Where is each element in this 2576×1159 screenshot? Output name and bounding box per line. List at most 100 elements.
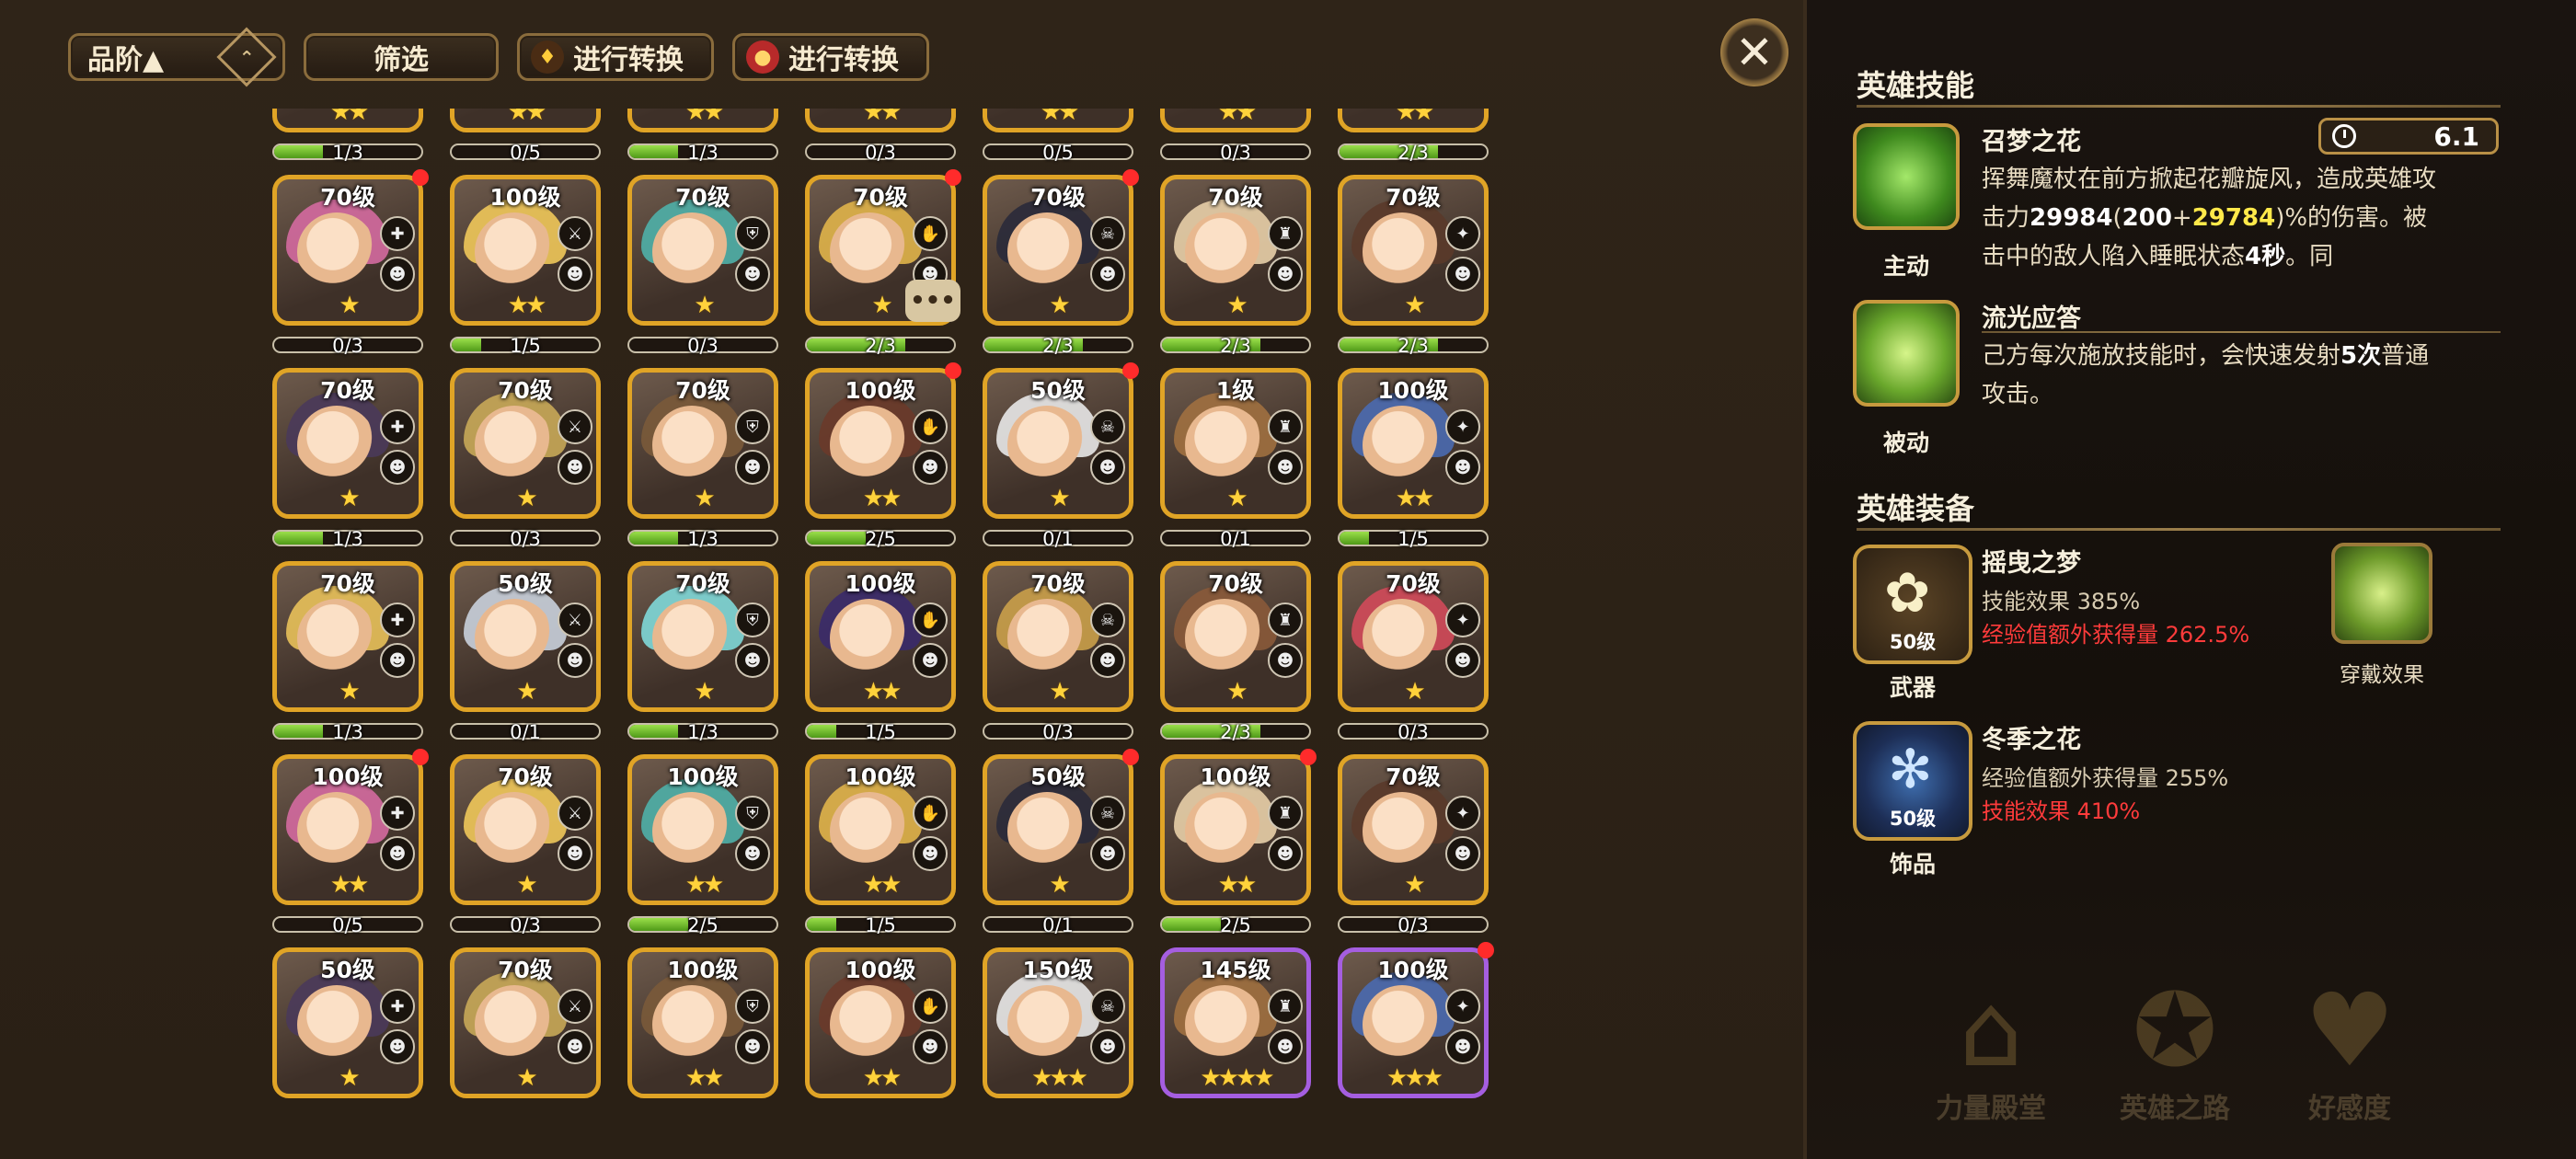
skill2-icon[interactable] xyxy=(1853,300,1960,407)
hero-card[interactable]: ♜☻★★ 0/3 xyxy=(1160,109,1311,164)
class-icon: ☠ xyxy=(1090,989,1125,1024)
bottom-nav: ⌂ 力量殿堂 ✪ 英雄之路 ♥ 好感度 xyxy=(1807,957,2576,1141)
hero-face xyxy=(830,212,909,292)
chat-bubble-icon[interactable]: ••• xyxy=(905,280,960,322)
hero-card[interactable]: 70级 ✦ ☻ ★ 0/3 xyxy=(1338,561,1489,743)
shard-progress-label: 0/3 xyxy=(1042,721,1074,743)
hero-card[interactable]: 70级 ⚔ ☻ ★ 0/3 xyxy=(450,368,601,550)
hero-card[interactable]: 100级 ✋ ☻ ★★ 2/5 xyxy=(805,362,961,550)
class-icon: ♜ xyxy=(1268,602,1303,637)
hero-card[interactable]: 50级 ☠ ☻ ★ 0/1 xyxy=(983,749,1139,936)
hero-card[interactable]: 70级 ✦ ☻ ★ 2/3 xyxy=(1338,175,1489,357)
hero-card[interactable]: 100级 ✋ ☻ ★★ 1/5 xyxy=(805,561,956,743)
nav-hero-road[interactable]: ✪ 英雄之路 xyxy=(2083,975,2267,1126)
close-button[interactable]: ✕ xyxy=(1720,18,1788,86)
faction-icon: ☻ xyxy=(1090,257,1125,292)
skill1-base-pct: 200 xyxy=(2122,204,2172,232)
shard-progress-label: 0/3 xyxy=(865,142,896,164)
hero-card[interactable]: 100级 ✦ ☻ ★★★ xyxy=(1338,942,1494,1098)
star-rating: ★ xyxy=(1404,292,1425,319)
hero-card[interactable]: 70级 ☠ ☻ ★ 2/3 xyxy=(983,169,1139,357)
faction-icon: ☻ xyxy=(1090,1029,1125,1064)
hero-card[interactable]: 100级 ⛨ ☻ ★★ xyxy=(627,947,778,1098)
skill1-icon[interactable] xyxy=(1853,123,1960,230)
hero-card[interactable]: 50级 ☠ ☻ ★ 0/1 xyxy=(983,362,1139,550)
star-rating: ★★ xyxy=(862,109,903,126)
convert-button-1[interactable]: ♦ 进行转换 xyxy=(517,33,714,81)
skill1-bonus-pct: 29784 xyxy=(2191,204,2276,232)
hero-card[interactable]: ✦☻★★ 2/3 xyxy=(1338,109,1489,164)
hero-card[interactable]: 70级 ☠ ☻ ★ 0/3 xyxy=(983,561,1133,743)
hero-card[interactable]: 1级 ♜ ☻ ★ 0/1 xyxy=(1160,368,1311,550)
wear-effect-icon[interactable] xyxy=(2331,543,2432,644)
class-icon: ✚ xyxy=(380,989,415,1024)
hero-card[interactable]: 70级 ✚ ☻ ★ 1/3 xyxy=(272,561,423,743)
hero-card[interactable]: 150级 ☠ ☻ ★★★ xyxy=(983,947,1133,1098)
hero-card[interactable]: 70级 ♜ ☻ ★ 2/3 xyxy=(1160,561,1311,743)
nav-favor[interactable]: ♥ 好感度 xyxy=(2258,975,2442,1126)
hero-portrait: 50级 ⚔ ☻ ★ xyxy=(450,561,601,712)
hero-card[interactable]: 70级 ⚔ ☻ ★ 0/3 xyxy=(450,754,601,936)
hero-card[interactable]: ✚☻★★ 1/3 xyxy=(272,109,423,164)
hero-level: 70级 xyxy=(320,184,375,211)
hero-card[interactable]: 145级 ♜ ☻ ★★★★ xyxy=(1160,947,1311,1098)
hero-level: 100级 xyxy=(312,763,384,790)
hero-card[interactable]: 50级 ⚔ ☻ ★ 0/1 xyxy=(450,561,601,743)
hero-card[interactable]: 100级 ⛨ ☻ ★★ 2/5 xyxy=(627,754,778,936)
hero-face xyxy=(1185,792,1264,871)
hero-token-icon: ● xyxy=(746,40,779,74)
hero-card[interactable]: ⛨☻★★ 1/3 xyxy=(627,109,778,164)
hero-grid-viewport[interactable]: ✚☻★★1/3⚔☻★★0/5⛨☻★★1/3✋☻★★0/3☠☻★★0/5♜☻★★0… xyxy=(272,109,1505,1115)
hero-card[interactable]: 70级 ✚ ☻ ★ 1/3 xyxy=(272,368,423,550)
hero-portrait: 70级 ✚ ☻ ★ xyxy=(272,368,423,519)
notification-dot xyxy=(945,169,961,186)
hero-card[interactable]: 70级 ✦ ☻ ★ 0/3 xyxy=(1338,754,1489,936)
shard-progress-label: 2/3 xyxy=(865,335,896,357)
hero-portrait: 50级 ☠ ☻ ★ xyxy=(983,754,1133,905)
skill1-name: 召梦之花 xyxy=(1982,128,2081,156)
hero-level: 70级 xyxy=(1030,184,1086,211)
sort-button[interactable]: 品阶▲ ⌃ xyxy=(68,27,285,87)
hero-card[interactable]: ✋☻★★ 0/3 xyxy=(805,109,956,164)
hero-card[interactable]: 70级 ⛨ ☻ ★ 1/3 xyxy=(627,368,778,550)
hero-card[interactable]: 100级 ✋ ☻ ★★ 1/5 xyxy=(805,754,956,936)
class-icon: ⛨ xyxy=(735,796,770,831)
skills-title: 英雄技能 xyxy=(1857,68,1975,103)
class-icon: ⚔ xyxy=(558,989,592,1024)
hero-card[interactable]: 70级 ⛨ ☻ ★ 1/3 xyxy=(627,561,778,743)
nav-hero-road-label: 英雄之路 xyxy=(2120,1093,2230,1125)
notification-dot xyxy=(1122,362,1139,379)
hero-card[interactable]: 100级 ✋ ☻ ★★ xyxy=(805,947,956,1098)
shard-progress-label: 2/3 xyxy=(1042,335,1074,357)
hero-card[interactable]: 70级 ⛨ ☻ ★ 0/3 xyxy=(627,175,778,357)
hero-card[interactable]: 70级 ⚔ ☻ ★ xyxy=(450,947,601,1098)
hero-card[interactable]: 70级 ♜ ☻ ★ 2/3 xyxy=(1160,175,1311,357)
hero-card[interactable]: 100级 ✦ ☻ ★★ 1/5 xyxy=(1338,368,1489,550)
hero-list-area: 品阶▲ ⌃ 筛选 ♦ 进行转换 ● 进行转换 ✕ ✚☻★★1/3⚔☻★★0/5⛨… xyxy=(0,0,1803,1159)
hero-level: 70级 xyxy=(1208,570,1263,597)
hero-card[interactable]: 100级 ⚔ ☻ ★★ 1/5 xyxy=(450,175,601,357)
shard-progress-label: 0/3 xyxy=(687,335,719,357)
filter-button[interactable]: 筛选 xyxy=(304,33,499,81)
hero-card[interactable]: ☠☻★★ 0/5 xyxy=(983,109,1133,164)
hero-card[interactable]: ⚔☻★★ 0/5 xyxy=(450,109,601,164)
hero-card[interactable]: 50级 ✚ ☻ ★ xyxy=(272,947,423,1098)
shard-progress-label: 0/5 xyxy=(332,914,363,936)
hero-portrait: 145级 ♜ ☻ ★★★★ xyxy=(1160,947,1311,1098)
hero-level: 70级 xyxy=(320,377,375,404)
hero-portrait: ♜☻★★ xyxy=(1160,109,1311,132)
weapon-slot[interactable]: ✿ 50级 xyxy=(1853,545,1972,664)
hero-card[interactable]: 100级 ♜ ☻ ★★ 2/5 xyxy=(1160,749,1317,936)
convert-button-2[interactable]: ● 进行转换 xyxy=(732,33,929,81)
accessory-slot[interactable]: ✻ 50级 xyxy=(1853,721,1972,841)
faction-icon: ☻ xyxy=(558,836,592,871)
star-rating: ★ xyxy=(1049,678,1070,706)
hero-card[interactable]: 100级 ✚ ☻ ★★ 0/5 xyxy=(272,749,429,936)
star-rating: ★ xyxy=(1049,292,1070,319)
faction-icon: ☻ xyxy=(735,836,770,871)
hero-level: 70级 xyxy=(320,570,375,597)
notification-dot xyxy=(1122,169,1139,186)
nav-power-hall[interactable]: ⌂ 力量殿堂 xyxy=(1899,975,2083,1126)
hero-card[interactable]: 70级 ✚ ☻ ★ 0/3 xyxy=(272,169,429,357)
faction-icon: ☻ xyxy=(913,1029,948,1064)
